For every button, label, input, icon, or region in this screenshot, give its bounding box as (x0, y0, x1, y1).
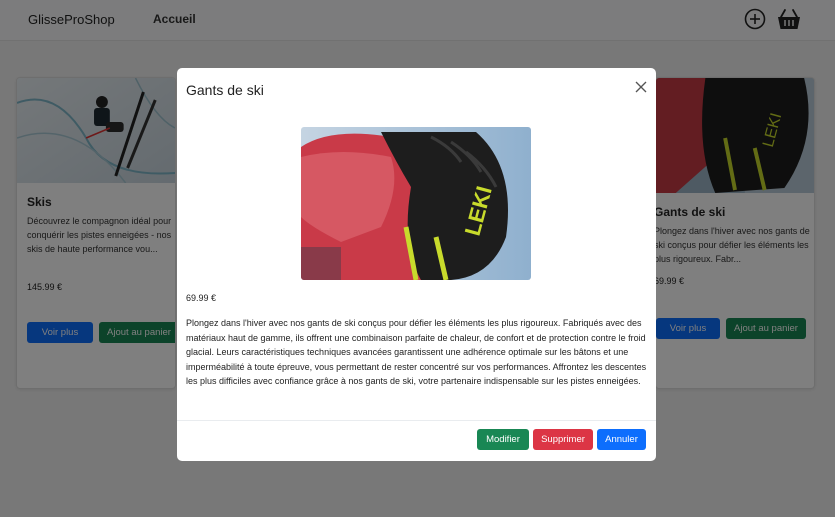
cancel-button[interactable]: Annuler (597, 429, 646, 450)
product-detail-modal: Gants de ski LEKI 69.99 € Plongez dans l… (177, 68, 656, 461)
modal-product-image: LEKI (301, 127, 531, 280)
modal-title: Gants de ski (186, 82, 264, 98)
edit-button[interactable]: Modifier (477, 429, 529, 450)
modal-price: 69.99 € (186, 293, 217, 303)
close-icon[interactable] (635, 81, 647, 93)
modal-description: Plongez dans l'hiver avec nos gants de s… (186, 318, 647, 386)
delete-button[interactable]: Supprimer (533, 429, 593, 450)
modal-footer (177, 420, 656, 421)
